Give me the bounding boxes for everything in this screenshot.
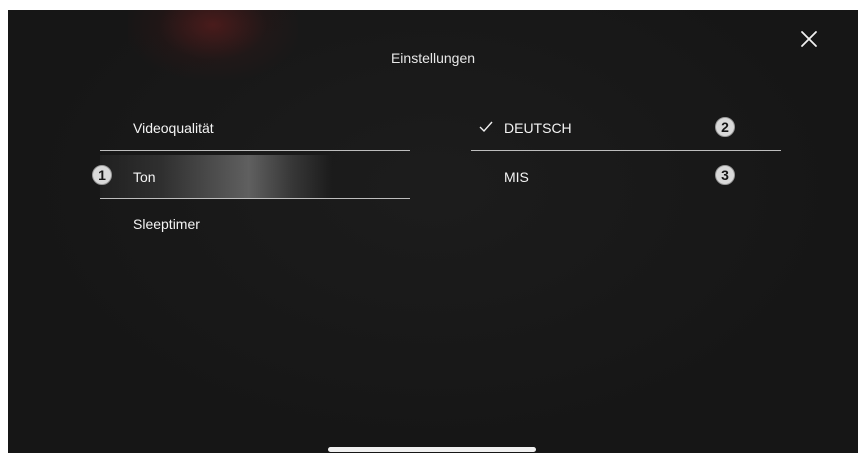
checkmark-icon	[479, 121, 493, 133]
callout-badge-2: 2	[715, 117, 735, 137]
background-glow	[128, 10, 298, 80]
menu-divider	[100, 150, 410, 151]
audio-option-label: MIS	[504, 169, 529, 185]
menu-item-videoqualitaet[interactable]: Videoqualität	[100, 106, 410, 150]
menu-item-ton[interactable]: Ton	[100, 155, 410, 199]
callout-badge-3: 3	[715, 165, 735, 185]
menu-item-label: Sleeptimer	[133, 216, 200, 232]
settings-screen: Einstellungen Videoqualität Ton Sleeptim…	[8, 10, 858, 453]
menu-item-label: Videoqualität	[133, 120, 214, 136]
menu-item-sleeptimer[interactable]: Sleeptimer	[100, 202, 410, 246]
callout-badge-1: 1	[92, 165, 112, 185]
menu-item-label: Ton	[133, 169, 156, 185]
audio-divider	[471, 150, 781, 151]
home-indicator[interactable]	[328, 447, 536, 452]
dialog-title: Einstellungen	[390, 50, 476, 66]
menu-divider	[100, 198, 410, 199]
close-icon[interactable]	[798, 28, 820, 50]
audio-option-label: DEUTSCH	[504, 120, 572, 136]
